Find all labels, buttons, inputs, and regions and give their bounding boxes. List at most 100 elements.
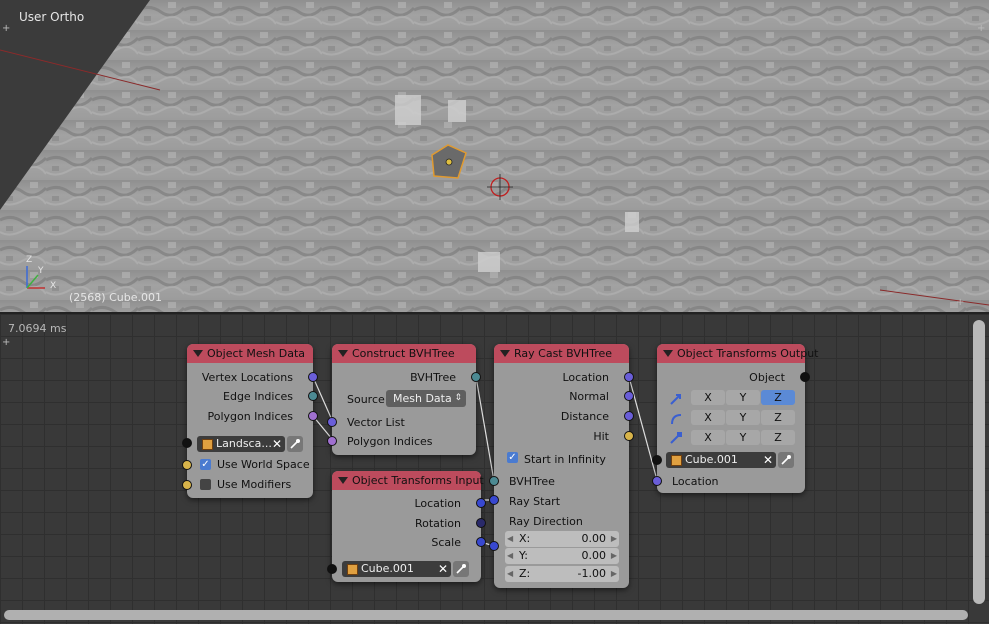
active-object-info: (2568) Cube.001 — [69, 291, 162, 304]
decrement-arrow-icon[interactable]: ◀ — [507, 566, 513, 582]
input-socket[interactable] — [182, 438, 192, 448]
node-header[interactable]: Object Transforms Output — [657, 344, 818, 363]
input-socket[interactable] — [327, 436, 337, 446]
area-corner-plus-icon[interactable]: + — [956, 298, 964, 308]
output-socket[interactable] — [476, 537, 486, 547]
rotation-x-toggle[interactable]: X — [691, 410, 725, 425]
input-socket[interactable] — [489, 495, 499, 505]
output-label: Hit — [593, 430, 609, 443]
node-object-transforms-output[interactable]: Object Transforms Output Object X Y Z X … — [652, 344, 818, 493]
checkbox-label: Start in Infinity — [524, 453, 606, 466]
node-header[interactable]: Object Transforms Input — [332, 471, 484, 490]
input-label: Ray Direction — [509, 515, 583, 528]
output-label: Distance — [560, 410, 609, 423]
output-socket[interactable] — [800, 372, 810, 382]
input-socket[interactable] — [489, 476, 499, 486]
output-socket[interactable] — [624, 431, 634, 441]
object-field[interactable]: Cube.001 ✕ — [666, 452, 776, 468]
node-header[interactable]: Construct BVHTree — [332, 344, 476, 363]
object-cube-icon — [671, 455, 682, 466]
output-socket[interactable] — [308, 391, 318, 401]
clear-icon[interactable]: ✕ — [272, 436, 282, 452]
node-ray-cast-bvhtree[interactable]: Ray Cast BVHTree Location Normal Distanc… — [489, 344, 634, 588]
eyedropper-icon[interactable] — [453, 561, 469, 577]
input-socket[interactable] — [327, 417, 337, 427]
collapse-triangle-icon[interactable] — [663, 350, 673, 357]
rotation-z-toggle[interactable]: Z — [761, 410, 795, 425]
input-label: Polygon Indices — [347, 435, 433, 448]
eyedropper-icon[interactable] — [287, 436, 303, 452]
increment-arrow-icon[interactable]: ▶ — [611, 566, 617, 582]
use-world-space-checkbox[interactable]: ✓ — [200, 459, 211, 470]
node-header[interactable]: Ray Cast BVHTree — [494, 344, 629, 363]
output-socket[interactable] — [471, 372, 481, 382]
direction-z-field[interactable]: ◀ Z: -1.00 ▶ — [505, 566, 619, 582]
output-socket[interactable] — [308, 411, 318, 421]
field-value: 0.00 — [581, 532, 607, 545]
collapse-triangle-icon[interactable] — [193, 350, 203, 357]
node-editor[interactable]: 7.0694 ms + + Object Mesh Data Vertex Lo… — [0, 314, 989, 624]
vertical-scrollbar[interactable] — [973, 320, 985, 604]
input-socket[interactable] — [182, 460, 192, 470]
node-header[interactable]: Object Mesh Data — [187, 344, 313, 363]
clear-icon[interactable]: ✕ — [763, 452, 773, 468]
output-socket[interactable] — [624, 411, 634, 421]
object-field-value: Landsca... — [216, 437, 272, 450]
increment-arrow-icon[interactable]: ▶ — [611, 548, 617, 564]
output-socket[interactable] — [624, 372, 634, 382]
increment-arrow-icon[interactable]: ▶ — [611, 531, 617, 547]
output-label: Edge Indices — [223, 390, 293, 403]
output-socket[interactable] — [624, 391, 634, 401]
output-socket[interactable] — [476, 498, 486, 508]
location-z-toggle[interactable]: Z — [761, 390, 795, 405]
axis-y-label: Y — [38, 266, 44, 276]
scale-z-toggle[interactable]: Z — [761, 430, 795, 445]
collapse-triangle-icon[interactable] — [338, 350, 348, 357]
collapse-triangle-icon[interactable] — [338, 477, 348, 484]
output-socket[interactable] — [476, 518, 486, 528]
scale-x-toggle[interactable]: X — [691, 430, 725, 445]
input-label: Ray Start — [509, 495, 561, 508]
node-object-transforms-input[interactable]: Object Transforms Input Location Rotatio… — [327, 471, 486, 582]
field-label: X: — [519, 532, 531, 545]
direction-y-field[interactable]: ◀ Y: 0.00 ▶ — [505, 548, 619, 564]
node-object-mesh-data[interactable]: Object Mesh Data Vertex Locations Edge I… — [182, 344, 318, 498]
area-corner-plus-icon[interactable]: + — [977, 24, 985, 34]
decrement-arrow-icon[interactable]: ◀ — [507, 548, 513, 564]
input-socket[interactable] — [652, 476, 662, 486]
input-socket[interactable] — [182, 480, 192, 490]
source-label: Source — [347, 393, 385, 406]
location-y-toggle[interactable]: Y — [726, 390, 760, 405]
area-corner-plus-icon[interactable]: + — [2, 24, 10, 34]
source-dropdown[interactable]: Mesh Data ⇕ — [386, 390, 466, 407]
area-corner-plus-icon[interactable]: + — [2, 338, 10, 348]
start-in-infinity-checkbox[interactable]: ✓ — [507, 452, 518, 463]
scale-y-toggle[interactable]: Y — [726, 430, 760, 445]
output-label: Polygon Indices — [207, 410, 293, 423]
output-label: Object — [749, 371, 785, 384]
object-cube-icon — [347, 564, 358, 575]
eyedropper-icon[interactable] — [778, 452, 794, 468]
collapse-triangle-icon[interactable] — [500, 350, 510, 357]
input-socket[interactable] — [327, 564, 337, 574]
3d-viewport[interactable]: User Ortho Z Y X (2568) Cube.001 + + + — [0, 0, 989, 312]
input-socket[interactable] — [489, 541, 499, 551]
object-field[interactable]: Cube.001 ✕ — [342, 561, 451, 577]
use-modifiers-checkbox[interactable] — [200, 479, 211, 490]
output-socket[interactable] — [308, 372, 318, 382]
rotation-y-toggle[interactable]: Y — [726, 410, 760, 425]
node-construct-bvhtree[interactable]: Construct BVHTree BVHTree Source Mesh Da… — [327, 344, 481, 455]
updown-arrows-icon: ⇕ — [454, 393, 462, 403]
node-title: Object Transforms Input — [352, 474, 484, 487]
input-socket[interactable] — [652, 455, 662, 465]
object-field[interactable]: Landsca... ✕ — [197, 436, 285, 452]
direction-x-field[interactable]: ◀ X: 0.00 ▶ — [505, 531, 619, 547]
output-label: Rotation — [414, 517, 461, 530]
output-label: BVHTree — [410, 371, 456, 384]
clear-icon[interactable]: ✕ — [438, 561, 448, 577]
decrement-arrow-icon[interactable]: ◀ — [507, 531, 513, 547]
output-label: Normal — [569, 390, 609, 403]
horizontal-scrollbar[interactable] — [4, 610, 968, 620]
location-x-toggle[interactable]: X — [691, 390, 725, 405]
location-arrow-icon — [669, 392, 683, 409]
